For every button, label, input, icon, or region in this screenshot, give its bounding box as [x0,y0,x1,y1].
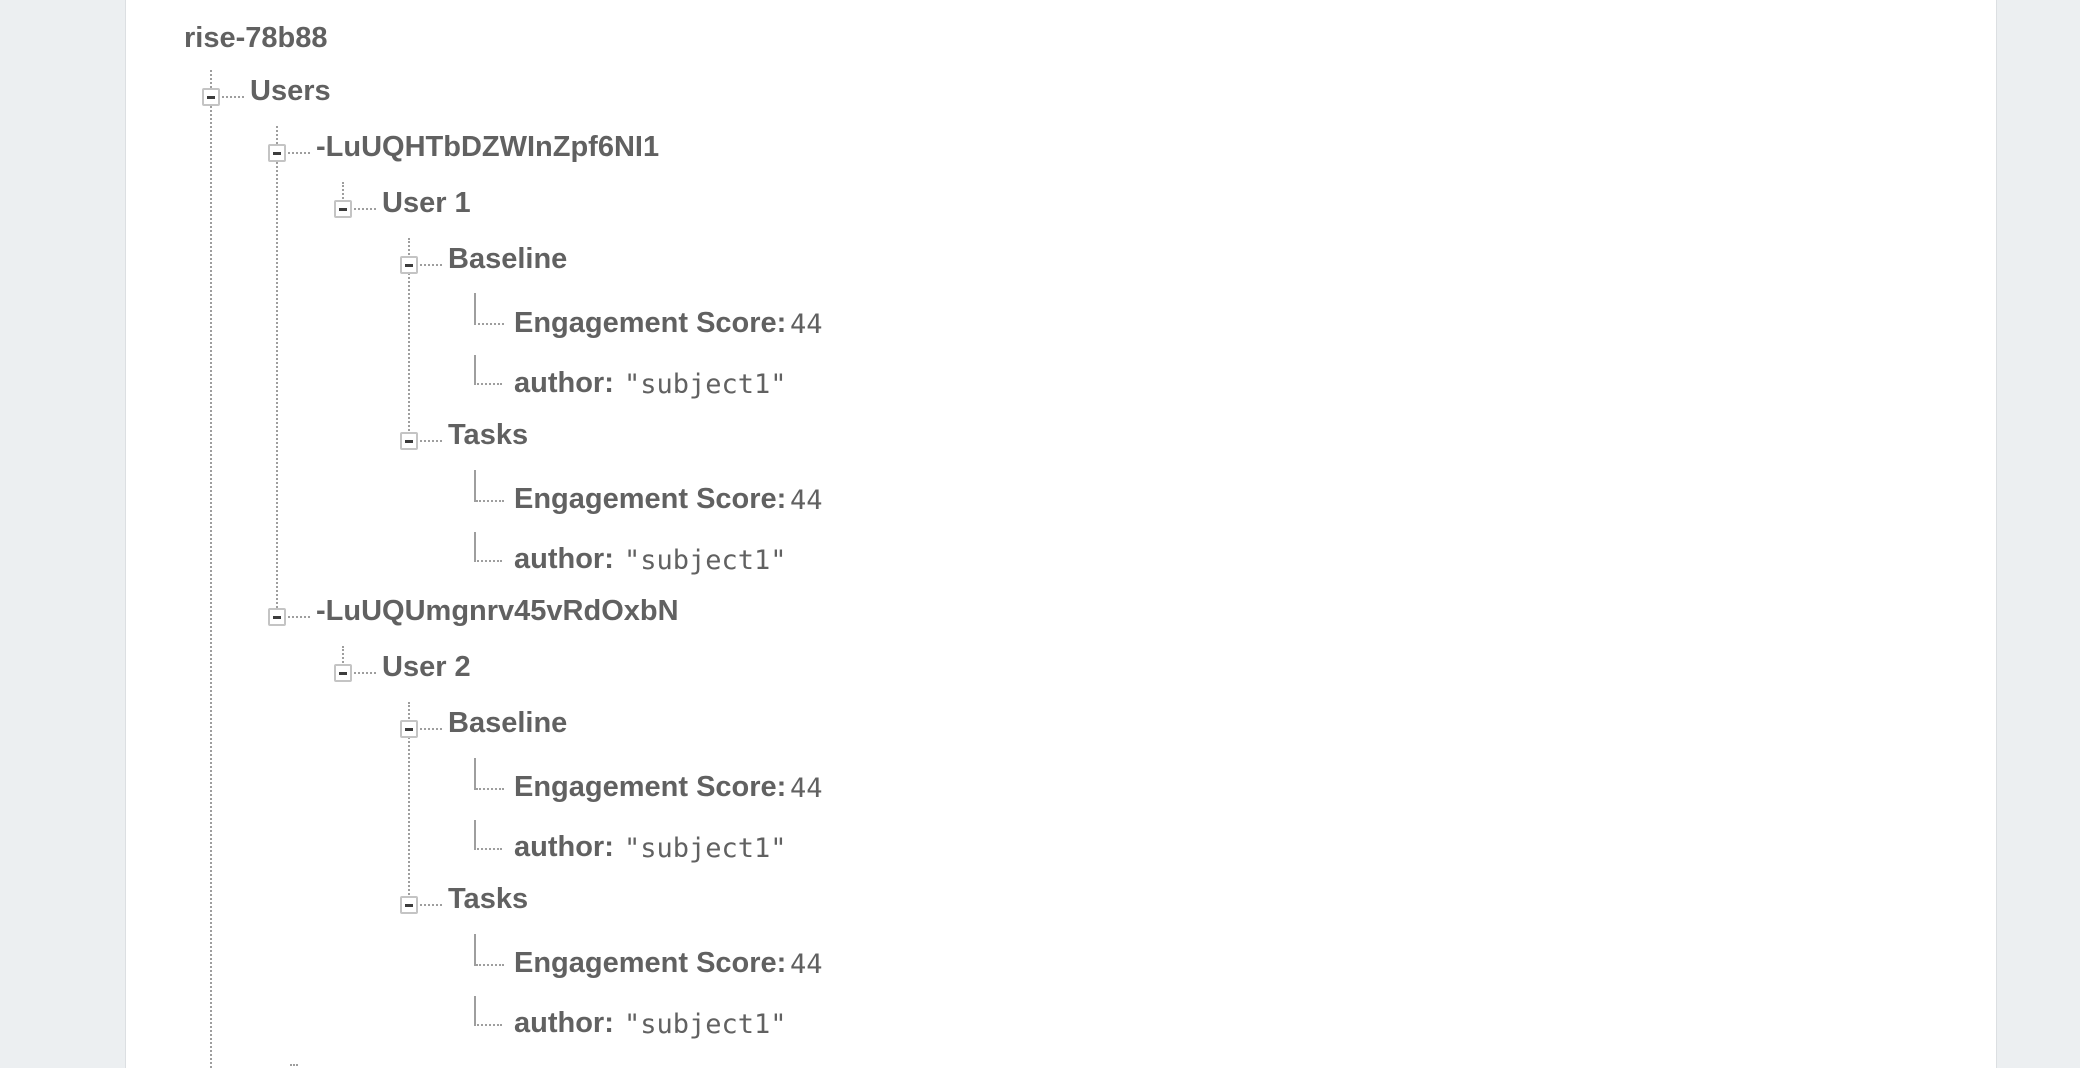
connector-dots [354,672,376,674]
entry-1-branch-line [276,126,278,616]
node-key[interactable]: Baseline [448,707,567,740]
field-key[interactable]: Engagement Score: [514,771,786,804]
connector-dots [420,904,442,906]
leaf-connector [474,470,502,502]
leaf-connector [474,355,502,385]
node-key[interactable]: Tasks [448,883,528,916]
users-branch-line [210,70,212,1068]
collapse-icon[interactable] [400,256,418,274]
field-value[interactable]: 44 [790,949,823,980]
field-key[interactable]: author: [514,543,614,576]
leaf-connector [474,532,502,562]
collapse-icon[interactable] [400,432,418,450]
connector-dots [354,208,376,210]
field-value[interactable]: 44 [790,309,823,340]
connector-dots [288,616,310,618]
node-key[interactable]: -LuUQHTbDZWInZpf6NI1 [316,131,659,164]
collapse-icon[interactable] [268,144,286,162]
leaf-connector [474,758,502,790]
field-value[interactable]: "subject1" [624,833,787,864]
field-key[interactable]: Engagement Score: [514,947,786,980]
node-key[interactable]: Users [250,75,331,108]
connector-dots [290,1064,298,1066]
leaf-connector [474,996,502,1026]
field-value[interactable]: 44 [790,485,823,516]
node-key[interactable]: User 2 [382,651,471,684]
database-root-name[interactable]: rise-78b88 [184,22,328,55]
leaf-connector [476,500,504,502]
collapse-icon[interactable] [268,608,286,626]
collapse-icon[interactable] [400,896,418,914]
leaf-connector [474,934,502,966]
field-key[interactable]: author: [514,367,614,400]
leaf-connector [476,788,504,790]
node-key[interactable]: Baseline [448,243,567,276]
connector-dots [222,96,244,98]
node-key[interactable]: User 1 [382,187,471,220]
connector-dots [420,440,442,442]
leaf-connector [476,964,504,966]
collapse-icon[interactable] [400,720,418,738]
collapse-icon[interactable] [334,664,352,682]
connector-dots [288,152,310,154]
node-key[interactable]: -LuUQUmgnrv45vRdOxbN [316,595,679,628]
field-key[interactable]: author: [514,1007,614,1040]
field-key[interactable]: author: [514,831,614,864]
field-value[interactable]: "subject1" [624,545,787,576]
leaf-connector [474,293,502,325]
leaf-connector [474,820,502,850]
connector-dots [420,728,442,730]
field-value[interactable]: "subject1" [624,369,787,400]
collapse-icon[interactable] [334,200,352,218]
collapse-icon[interactable] [202,88,220,106]
connector-dots [420,264,442,266]
field-key[interactable]: Engagement Score: [514,307,786,340]
field-value[interactable]: 44 [790,773,823,804]
field-value[interactable]: "subject1" [624,1009,787,1040]
node-key[interactable]: Tasks [448,419,528,452]
field-key[interactable]: Engagement Score: [514,483,786,516]
